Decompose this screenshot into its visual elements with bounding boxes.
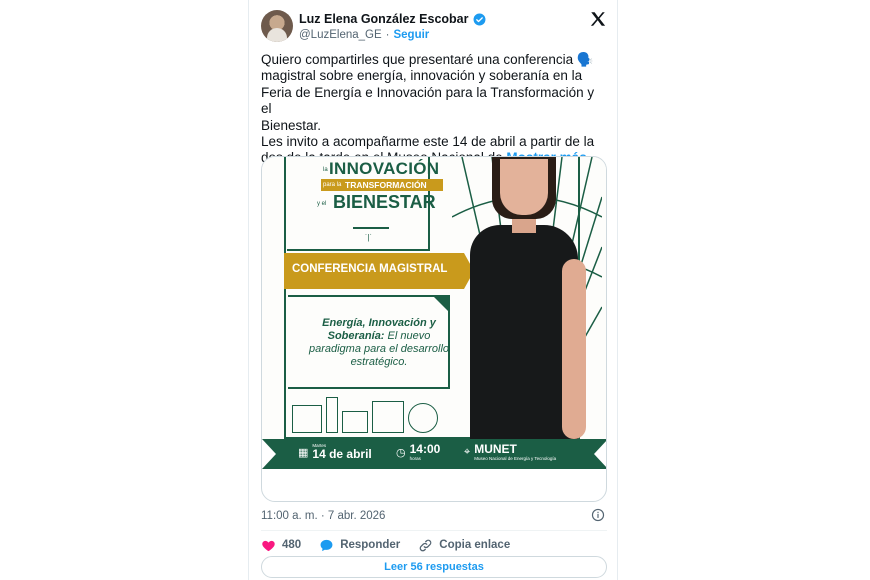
author-handle[interactable]: @LuzElena_GE [299,29,382,41]
tweet-header: Luz Elena González Escobar @LuzElena_GE … [261,10,607,44]
time-label: horas [409,456,421,461]
divider [261,530,607,531]
plant-icon [342,411,368,433]
spark-icon: ˙|˙ [365,233,373,242]
calendar-icon: ▦ [298,446,309,459]
tweet-line: Quiero compartirles que presentaré una c… [261,52,594,67]
x-logo-icon[interactable] [589,10,607,28]
title-transformacion: TRANSFORMACIÓN [345,180,427,190]
location-pin-icon: ⌖ [464,445,471,458]
venue-subtitle: Museo Nacional de Energía y Tecnología [474,456,557,461]
title-y-el: y el [317,201,327,207]
copy-link-label: Copia enlace [439,539,511,551]
tweet-line: Les invito a acompañarme este 14 de abri… [261,134,595,150]
event-details-band: ▦ Martes 14 de abril ◷ 14:00 horas ⌖ MUN… [262,439,606,469]
info-icon[interactable] [591,508,605,522]
author-row: Luz Elena González Escobar [299,12,486,26]
energy-icons-row [288,393,468,437]
date-value: 14 de abril [312,447,372,461]
event-title-block: la INNOVACIÓN para la TRANSFORMACIÓN y e… [287,157,443,251]
tweet-line: magistral sobre energía, innovación y so… [261,68,583,84]
corner-triangle [432,295,450,313]
author-name[interactable]: Luz Elena González Escobar [299,12,469,26]
tweet-line: Bienestar. [261,117,322,133]
talk-description-box: Energía, Innovación y Soberanía: El nuev… [288,295,450,389]
title-innovacion: INNOVACIÓN [329,159,440,178]
event-date: ▦ Martes 14 de abril [298,443,372,461]
follow-button[interactable]: Seguir [393,29,429,41]
tweet-actions: 480 Responder Copia enlace [261,536,528,554]
tweet-text: Quiero compartirles que presentaré una c… [261,52,607,167]
conference-label: CONFERENCIA MAGISTRAL [292,263,448,275]
copy-link-button[interactable]: Copia enlace [418,538,510,553]
tweet-timestamp[interactable]: 11:00 a. m. · 7 abr. 2026 [261,510,385,522]
event-time: ◷ 14:00 horas [396,442,441,462]
tower-icon [326,397,338,433]
gear-icon [408,403,438,433]
heart-icon [262,540,275,551]
reply-bubble-icon [320,539,333,551]
title-divider [353,227,389,229]
reply-button[interactable]: Responder [319,538,400,553]
tweet-card: Luz Elena González Escobar @LuzElena_GE … [248,0,618,580]
title-para-la: para la [323,182,342,188]
building-icon [372,401,404,433]
read-replies-button[interactable]: Leer 56 respuestas [261,556,607,578]
title-pre-label: la [323,167,328,173]
clock-icon: ◷ [396,446,406,459]
event-poster[interactable]: la INNOVACIÓN para la TRANSFORMACIÓN y e… [262,157,606,469]
reply-label: Responder [340,539,401,551]
verified-badge-icon [473,13,485,25]
handle-row: @LuzElena_GE · Seguir [299,29,429,41]
title-bienestar: BIENESTAR [333,192,436,212]
speaker-face [500,159,548,215]
speaker-photo [458,157,588,439]
talk-description: Energía, Innovación y Soberanía: El nuev… [304,317,454,369]
avatar[interactable] [261,10,293,42]
speaker-arm [562,259,586,439]
conference-banner: CONFERENCIA MAGISTRAL [284,253,474,289]
separator-dot: · [385,29,390,41]
tweet-media[interactable]: la INNOVACIÓN para la TRANSFORMACIÓN y e… [261,156,607,502]
link-icon [419,539,432,551]
like-button[interactable]: 480 [261,538,301,553]
like-count: 480 [282,539,302,551]
factory-icon [292,405,322,433]
tweet-line: Feria de Energía e Innovación para la Tr… [261,84,595,117]
event-venue: ⌖ MUNET Museo Nacional de Energía y Tecn… [464,442,557,462]
time-value: 14:00 [409,442,441,456]
venue-name: MUNET [474,442,517,456]
